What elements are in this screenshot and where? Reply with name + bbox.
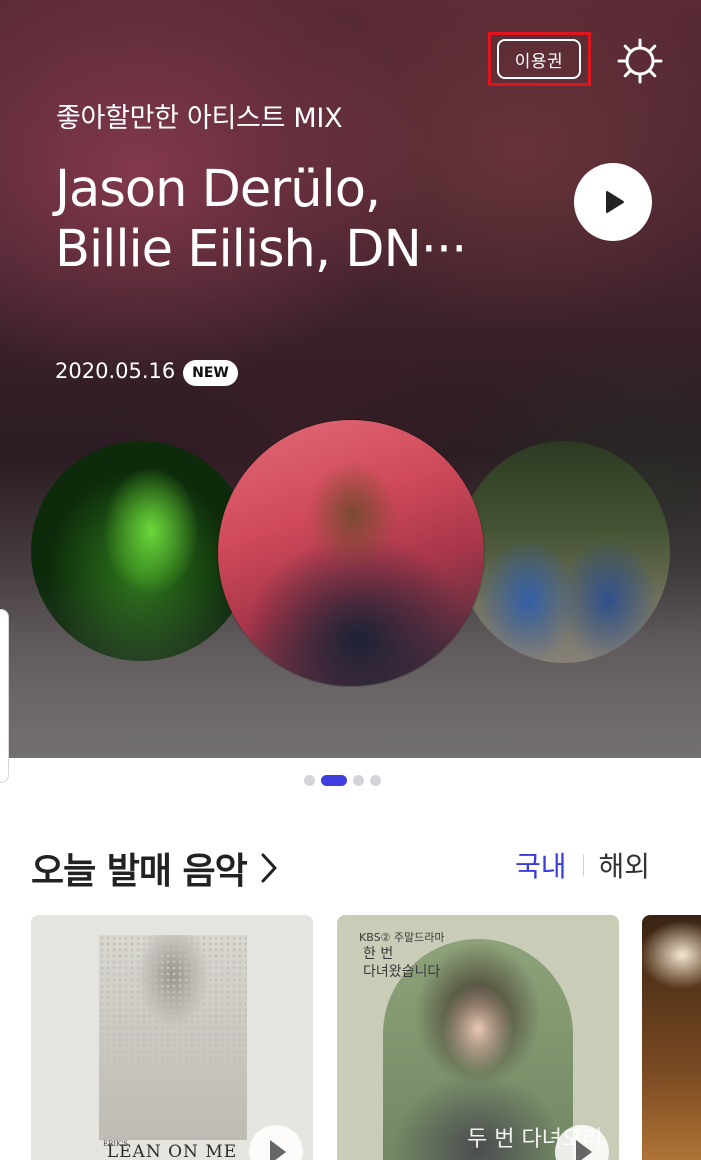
hero-title: Jason Derülo, Billie Eilish, DN··· xyxy=(55,160,495,280)
new-badge: NEW xyxy=(183,360,238,386)
pass-button[interactable]: 이용권 xyxy=(497,39,581,79)
tab-domestic[interactable]: 국내 xyxy=(515,845,567,885)
tab-divider xyxy=(582,854,584,876)
edge-panel-handle[interactable] xyxy=(0,609,9,783)
album-card[interactable] xyxy=(642,915,701,1160)
album-card[interactable]: KBS② 주말드라마 한 번 다녀왔습니다 두 번 다녀오리 xyxy=(337,915,619,1160)
hero-date: 2020.05.16 xyxy=(55,359,176,383)
hero-title-line-2: Billie Eilish, DN··· xyxy=(55,220,467,279)
hero-subtitle: 좋아할만한 아티스트 MIX xyxy=(56,103,343,134)
section-title-link[interactable]: 오늘 발매 음악 xyxy=(31,842,279,894)
album-cover-top-text: KBS② 주말드라마 xyxy=(359,931,445,944)
hero-banner[interactable]: 이용권 좋아할만한 아티스트 MIX Jason Derülo, Billie … xyxy=(0,0,701,758)
hero-title-line-1: Jason Derülo, xyxy=(55,160,381,219)
pager-dot-active[interactable] xyxy=(321,775,347,786)
album-cover-art xyxy=(99,935,247,1140)
settings-button[interactable] xyxy=(616,37,664,85)
region-tabs: 국내 해외 xyxy=(515,845,650,885)
artist-image-dnce xyxy=(458,441,670,663)
section-title: 오늘 발매 음악 xyxy=(31,851,248,892)
album-cover-title-line-2: 다녀왔습니다 xyxy=(363,964,441,980)
album-cover-title-line-1: 한 번 xyxy=(363,946,394,962)
album-card[interactable]: ERIK'S LEAN ON ME xyxy=(31,915,313,1160)
carousel-pager xyxy=(304,775,381,786)
tab-international[interactable]: 해외 xyxy=(599,845,651,885)
gear-icon xyxy=(617,38,663,84)
pager-dot[interactable] xyxy=(304,775,315,786)
artist-image-jason-derulo xyxy=(218,420,484,686)
album-cover-title: 한 번 다녀왔습니다 xyxy=(363,945,440,981)
chevron-right-icon xyxy=(261,853,277,883)
pager-dot[interactable] xyxy=(353,775,364,786)
pager-dot[interactable] xyxy=(370,775,381,786)
pass-label: 이용권 xyxy=(514,51,564,72)
play-icon xyxy=(606,191,624,213)
play-button[interactable] xyxy=(574,163,652,241)
album-play-button[interactable] xyxy=(249,1125,303,1160)
